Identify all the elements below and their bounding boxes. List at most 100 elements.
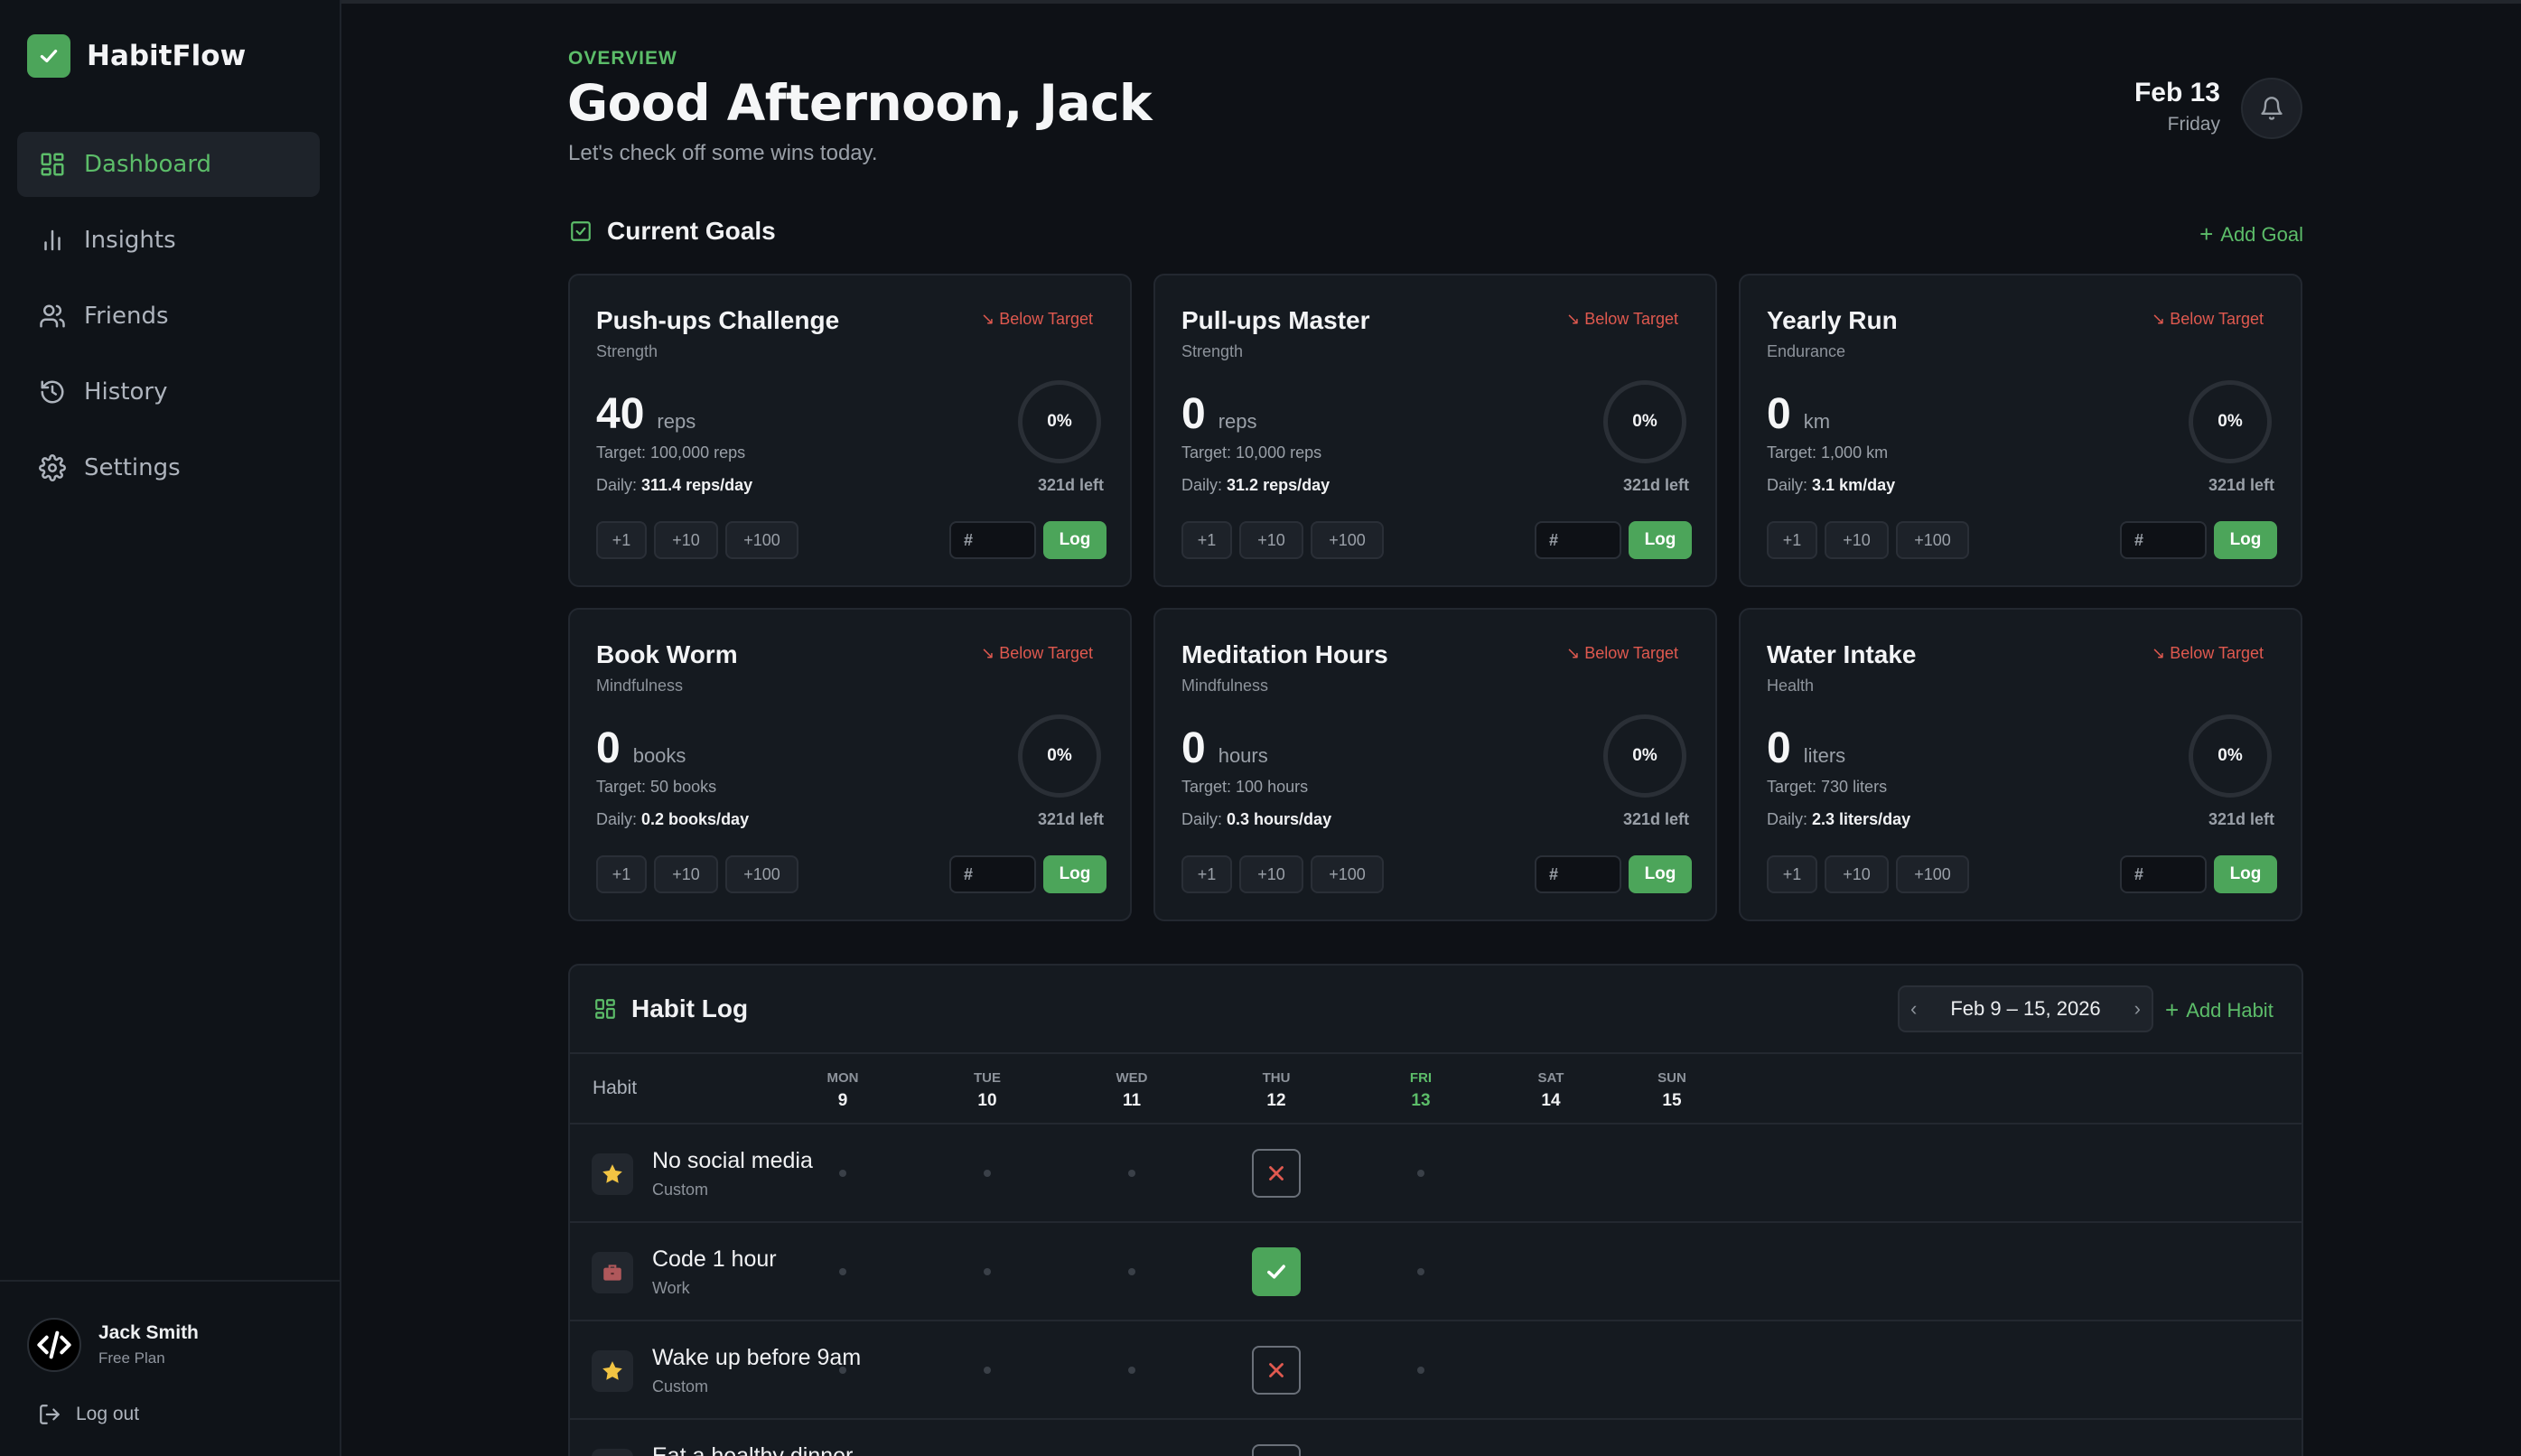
briefcase-icon xyxy=(592,1252,633,1293)
goal-unit: books xyxy=(632,744,686,767)
status-badge: ↘ Below Target xyxy=(2152,644,2264,663)
status-label: Below Target xyxy=(2170,644,2264,662)
increment-button[interactable]: +1 xyxy=(596,855,647,893)
day-cell-empty[interactable] xyxy=(839,1170,846,1177)
add-goal-button[interactable]: + Add Goal xyxy=(2199,220,2303,248)
log-button[interactable]: Log xyxy=(1629,855,1692,893)
increment-button[interactable]: +100 xyxy=(1896,855,1969,893)
sidebar-item-label: Friends xyxy=(84,303,169,330)
increment-button[interactable]: +1 xyxy=(1181,521,1232,559)
goal-progress-value: 40 reps xyxy=(596,389,696,439)
day-cell-empty[interactable] xyxy=(984,1170,991,1177)
habit-name[interactable]: Code 1 hour xyxy=(652,1246,777,1273)
goal-current-value: 0 xyxy=(596,724,621,772)
plus-icon: + xyxy=(2165,996,2180,1023)
chevron-left-icon[interactable]: ‹ xyxy=(1910,997,1917,1021)
habit-name[interactable]: Eat a healthy dinner xyxy=(652,1443,853,1456)
day-cell-pending[interactable] xyxy=(1252,1444,1301,1456)
increment-button[interactable]: +100 xyxy=(1311,521,1384,559)
increment-button[interactable]: +100 xyxy=(725,521,798,559)
status-badge: ↘ Below Target xyxy=(981,310,1093,329)
goal-title: Push-ups Challenge xyxy=(596,306,840,334)
sidebar-item-dashboard[interactable]: Dashboard xyxy=(17,132,320,197)
daily-value: 0.2 books/day xyxy=(641,810,750,828)
goal-target: Target: 50 books xyxy=(596,778,717,796)
daily-label: Daily: xyxy=(1181,810,1223,828)
goal-current-value: 0 xyxy=(1181,390,1206,438)
sidebar-item-label: Insights xyxy=(84,227,176,254)
log-button[interactable]: Log xyxy=(1043,521,1106,559)
goal-daily-rate: Daily: 0.3 hours/day xyxy=(1181,810,1331,829)
goal-unit: km xyxy=(1803,410,1831,433)
trend-down-icon: ↘ xyxy=(2152,644,2171,662)
logout-button[interactable]: Log out xyxy=(38,1403,139,1426)
current-date: Feb 13 Friday xyxy=(2134,78,2220,135)
increment-button[interactable]: +100 xyxy=(725,855,798,893)
progress-ring: 0% xyxy=(2189,714,2272,798)
day-date: 9 xyxy=(837,1091,848,1110)
star-icon xyxy=(592,1153,633,1195)
goal-unit: reps xyxy=(657,410,696,433)
add-habit-button[interactable]: + Add Habit xyxy=(2165,996,2274,1024)
increment-button[interactable]: +1 xyxy=(1181,855,1232,893)
amount-input[interactable]: # xyxy=(949,855,1036,893)
status-badge: ↘ Below Target xyxy=(1566,644,1678,663)
day-date: 15 xyxy=(1662,1091,1682,1110)
amount-input[interactable]: # xyxy=(2120,521,2207,559)
sidebar-item-friends[interactable]: Friends xyxy=(17,284,320,349)
increment-button[interactable]: +100 xyxy=(1311,855,1384,893)
increment-button[interactable]: +10 xyxy=(1239,855,1303,893)
day-cell-empty[interactable] xyxy=(1417,1268,1424,1275)
daily-value: 2.3 liters/day xyxy=(1812,810,1911,828)
day-cell-empty[interactable] xyxy=(1128,1367,1135,1374)
amount-input[interactable]: # xyxy=(2120,855,2207,893)
day-cell-empty[interactable] xyxy=(839,1268,846,1275)
log-button[interactable]: Log xyxy=(2214,521,2277,559)
sidebar-footer: Jack Smith Free Plan Log out xyxy=(0,1280,340,1456)
table-row: Code 1 hour Work xyxy=(570,1223,2302,1321)
increment-button[interactable]: +1 xyxy=(1767,521,1817,559)
day-name: TUE xyxy=(974,1070,1001,1086)
increment-button[interactable]: +10 xyxy=(1239,521,1303,559)
day-cell-empty[interactable] xyxy=(984,1268,991,1275)
increment-button[interactable]: +100 xyxy=(1896,521,1969,559)
increment-button[interactable]: +10 xyxy=(1825,521,1889,559)
progress-ring: 0% xyxy=(2189,380,2272,463)
notifications-button[interactable] xyxy=(2241,78,2302,139)
brand[interactable]: HabitFlow xyxy=(27,34,246,78)
day-cell-empty[interactable] xyxy=(1128,1268,1135,1275)
sidebar-item-settings[interactable]: Settings xyxy=(17,435,320,500)
user-profile[interactable]: Jack Smith Free Plan xyxy=(27,1318,199,1372)
goal-card: Push-ups Challenge Strength ↘ Below Target… xyxy=(568,274,1132,587)
log-button[interactable]: Log xyxy=(2214,855,2277,893)
goal-title: Yearly Run xyxy=(1767,306,1898,334)
increment-button[interactable]: +10 xyxy=(1825,855,1889,893)
day-cell-empty[interactable] xyxy=(1417,1170,1424,1177)
check-logo-icon xyxy=(27,34,70,78)
increment-button[interactable]: +10 xyxy=(654,855,718,893)
sidebar-item-history[interactable]: History xyxy=(17,359,320,425)
day-cell-empty[interactable] xyxy=(984,1367,991,1374)
increment-button[interactable]: +1 xyxy=(1767,855,1817,893)
trend-down-icon: ↘ xyxy=(981,310,1000,328)
day-cell-missed[interactable] xyxy=(1252,1346,1301,1395)
chevron-right-icon[interactable]: › xyxy=(2134,997,2141,1021)
day-cell-empty[interactable] xyxy=(1128,1170,1135,1177)
amount-input[interactable]: # xyxy=(1535,521,1621,559)
amount-input[interactable]: # xyxy=(949,521,1036,559)
day-cell-empty[interactable] xyxy=(1417,1367,1424,1374)
increment-button[interactable]: +10 xyxy=(654,521,718,559)
increment-button[interactable]: +1 xyxy=(596,521,647,559)
habit-log-panel: Habit Log ‹ Feb 9 – 15, 2026 › + Add Hab… xyxy=(568,964,2303,1456)
log-button[interactable]: Log xyxy=(1043,855,1106,893)
sidebar-item-insights[interactable]: Insights xyxy=(17,208,320,273)
day-cell-completed[interactable] xyxy=(1252,1247,1301,1296)
day-cell-missed[interactable] xyxy=(1252,1149,1301,1198)
log-button[interactable]: Log xyxy=(1629,521,1692,559)
day-cell-empty[interactable] xyxy=(839,1367,846,1374)
app-name: HabitFlow xyxy=(87,40,247,72)
amount-input[interactable]: # xyxy=(1535,855,1621,893)
habit-name[interactable]: No social media xyxy=(652,1148,813,1174)
habit-name[interactable]: Wake up before 9am xyxy=(652,1345,861,1371)
progress-ring: 0% xyxy=(1018,380,1101,463)
